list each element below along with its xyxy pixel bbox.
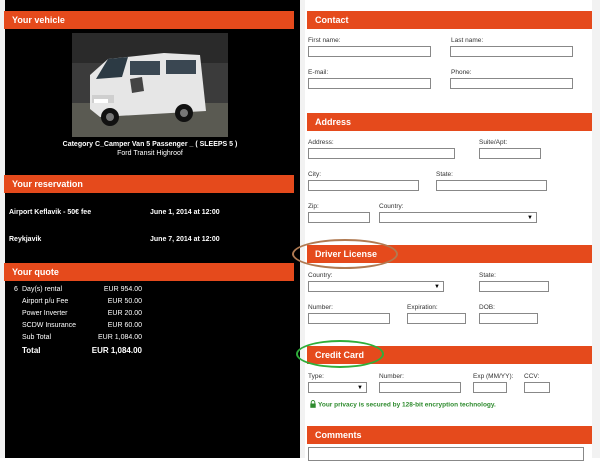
left-edge-stripe: [0, 0, 5, 458]
quote-row-label: Day(s) rental: [22, 286, 63, 293]
quote-header: Your quote: [4, 263, 294, 281]
suite-input[interactable]: [479, 148, 541, 159]
chevron-down-icon: ▼: [527, 215, 533, 221]
license-state-input[interactable]: [479, 281, 549, 292]
address-country-label: Country:: [379, 203, 404, 210]
comments-textarea[interactable]: [308, 447, 584, 461]
card-number-input[interactable]: [379, 382, 461, 393]
email-label: E-mail:: [308, 69, 329, 76]
card-type-select[interactable]: ▼: [308, 382, 367, 393]
suite-label: Suite/Apt:: [479, 139, 508, 146]
quote-row-label: Sub Total: [22, 334, 52, 341]
ccv-input[interactable]: [524, 382, 550, 393]
address-header: Address: [307, 113, 592, 131]
quote-row-label: SCDW Insurance: [22, 322, 77, 329]
license-country-label: Country:: [308, 272, 333, 279]
first-name-label: First name:: [308, 37, 341, 44]
phone-label: Phone:: [451, 69, 472, 76]
contact-header: Contact: [307, 11, 592, 29]
left-gutter: [300, 0, 305, 458]
license-state-label: State:: [479, 272, 496, 279]
privacy-notice: Your privacy is secured by 128-bit encry…: [310, 400, 496, 410]
pickup-date: June 1, 2014 at 12:00: [150, 209, 220, 216]
quote-row-value: EUR 20.00: [107, 310, 142, 317]
vehicle-category: Category C_Camper Van 5 Passenger _ ( SL…: [62, 141, 238, 148]
dropoff-location: Reykjavik: [9, 236, 42, 243]
phone-input[interactable]: [450, 78, 573, 89]
quote-row-value: EUR 1,084.00: [98, 334, 142, 341]
pickup-location: Airport Keflavik - 50€ fee: [9, 209, 92, 216]
quote-qty: 6: [14, 286, 18, 293]
card-exp-label: Exp (MM/YY):: [473, 373, 514, 380]
last-name-input[interactable]: [450, 46, 573, 57]
vehicle-model: Ford Transit Highroof: [117, 150, 183, 157]
expiration-input[interactable]: [407, 313, 466, 324]
dob-label: DOB:: [479, 304, 495, 311]
dob-input[interactable]: [479, 313, 538, 324]
chevron-down-icon: ▼: [357, 385, 363, 391]
quote-row-value: EUR 60.00: [107, 322, 142, 329]
address-label: Address:: [308, 139, 334, 146]
quote-total-label: Total: [22, 346, 41, 355]
quote-row-value: EUR 50.00: [107, 298, 142, 305]
license-number-label: Number:: [308, 304, 333, 311]
city-input[interactable]: [308, 180, 419, 191]
card-type-label: Type:: [308, 373, 324, 380]
expiration-label: Expiration:: [407, 304, 438, 311]
vehicle-header: Your vehicle: [4, 11, 294, 29]
email-input[interactable]: [308, 78, 431, 89]
card-number-label: Number:: [379, 373, 404, 380]
chevron-down-icon: ▼: [434, 284, 440, 290]
license-number-input[interactable]: [308, 313, 390, 324]
address-state-input[interactable]: [436, 180, 547, 191]
reservation-header: Your reservation: [4, 175, 294, 193]
quote-row-value: EUR 954.00: [103, 286, 142, 293]
lock-icon: [310, 400, 316, 410]
card-exp-input[interactable]: [473, 382, 507, 393]
right-gutter: [592, 0, 600, 458]
checkout-form: Contact First name: Last name: E-mail: P…: [292, 0, 600, 461]
quote-total-value: EUR 1,084.00: [91, 346, 142, 355]
last-name-label: Last name:: [451, 37, 484, 44]
zip-input[interactable]: [308, 212, 370, 223]
dropoff-date: June 7, 2014 at 12:00: [150, 236, 220, 243]
vehicle-photo: [72, 33, 228, 137]
comments-header: Comments: [307, 426, 592, 444]
license-highlight-oval: [292, 239, 398, 269]
order-summary-panel: Your vehicle Category C_Camper Van 5 Pas…: [0, 0, 300, 458]
quote-row-label: Airport p/u Fee: [22, 298, 69, 305]
first-name-input[interactable]: [308, 46, 431, 57]
license-country-select[interactable]: ▼: [308, 281, 444, 292]
credit-card-highlight-oval: [296, 340, 384, 368]
privacy-text: Your privacy is secured by 128-bit encry…: [318, 401, 496, 409]
address-state-label: State:: [436, 171, 453, 178]
quote-row-label: Power Inverter: [22, 310, 68, 317]
ccv-label: CCV:: [524, 373, 540, 380]
zip-label: Zip:: [308, 203, 319, 210]
address-input[interactable]: [308, 148, 455, 159]
address-country-select[interactable]: ▼: [379, 212, 537, 223]
city-label: City:: [308, 171, 321, 178]
